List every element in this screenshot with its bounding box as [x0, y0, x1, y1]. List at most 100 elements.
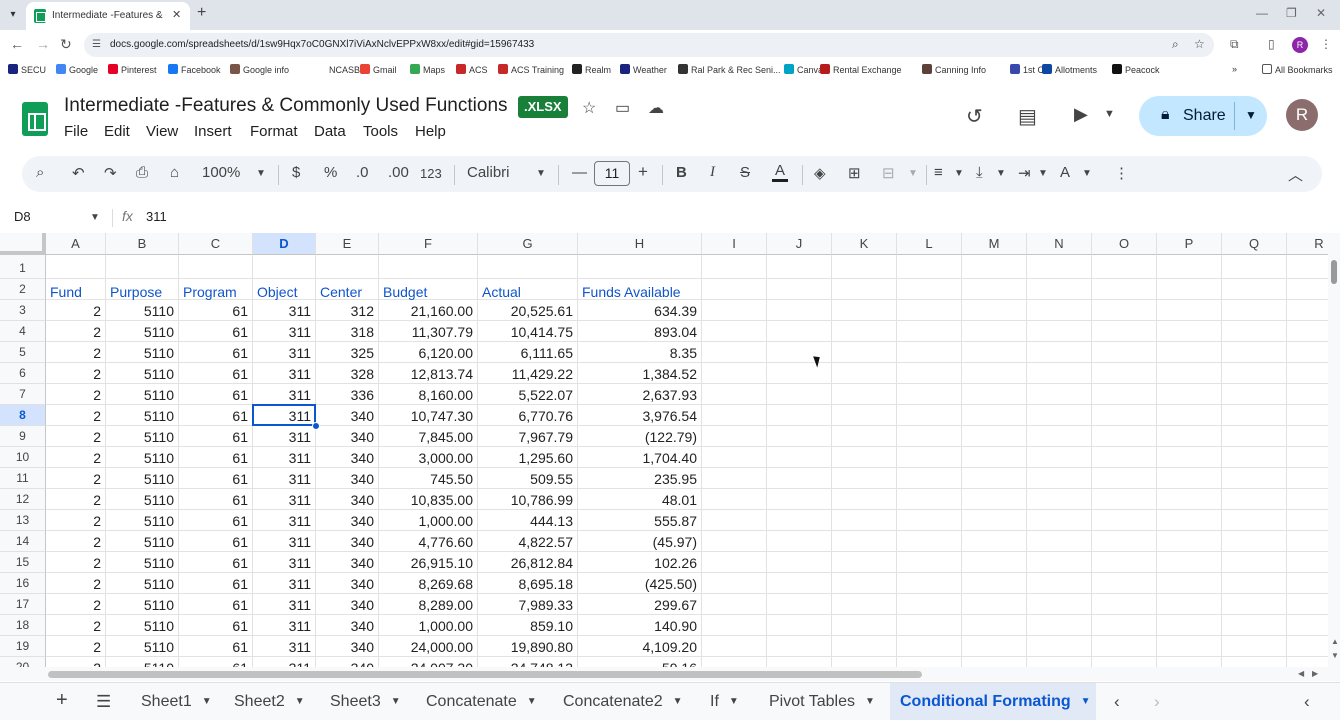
cell-n7[interactable] [1027, 384, 1092, 405]
column-header-r[interactable]: R [1287, 233, 1328, 255]
cell-n11[interactable] [1027, 468, 1092, 489]
cell-n13[interactable] [1027, 510, 1092, 531]
menu-file[interactable]: File [64, 123, 88, 140]
sheet-tab-concatenate[interactable]: Concatenate ▼ [416, 683, 537, 720]
cell-i9[interactable] [702, 426, 767, 447]
cell-o9[interactable] [1092, 426, 1157, 447]
cell-h20[interactable]: 59.16 [578, 657, 702, 667]
cell-h1[interactable] [578, 255, 702, 279]
font-select[interactable]: Calibri [467, 164, 510, 181]
cell-i8[interactable] [702, 405, 767, 426]
sheet-tab-pivot-tables[interactable]: Pivot Tables ▼ [759, 683, 875, 720]
cell-g11[interactable]: 509.55 [478, 468, 578, 489]
cell-p18[interactable] [1157, 615, 1222, 636]
menu-help[interactable]: Help [415, 123, 446, 140]
cell-k7[interactable] [832, 384, 897, 405]
cell-b1[interactable] [106, 255, 179, 279]
cell-c14[interactable]: 61 [179, 531, 253, 552]
cell-m14[interactable] [962, 531, 1027, 552]
cell-e13[interactable]: 340 [316, 510, 379, 531]
menu-format[interactable]: Format [250, 123, 298, 140]
cell-h11[interactable]: 235.95 [578, 468, 702, 489]
cell-d3[interactable]: 311 [253, 300, 316, 321]
cell-p15[interactable] [1157, 552, 1222, 573]
cell-b10[interactable]: 5110 [106, 447, 179, 468]
wrap-dropdown-icon[interactable]: ▼ [1038, 168, 1048, 179]
cell-c11[interactable]: 61 [179, 468, 253, 489]
cell-f4[interactable]: 11,307.79 [379, 321, 478, 342]
cell-n10[interactable] [1027, 447, 1092, 468]
cell-c19[interactable]: 61 [179, 636, 253, 657]
cell-k13[interactable] [832, 510, 897, 531]
cell-n18[interactable] [1027, 615, 1092, 636]
redo-icon[interactable]: ↷ [104, 164, 117, 182]
cell-m8[interactable] [962, 405, 1027, 426]
cell-e18[interactable]: 340 [316, 615, 379, 636]
cell-a3[interactable]: 2 [46, 300, 106, 321]
cell-h10[interactable]: 1,704.40 [578, 447, 702, 468]
cell-a20[interactable]: 2 [46, 657, 106, 667]
bookmark-canva[interactable]: Canva [784, 64, 823, 75]
cell-l11[interactable] [897, 468, 962, 489]
increase-font-size-icon[interactable]: + [638, 162, 648, 182]
sheet-tab-conditional-formating[interactable]: Conditional Formating ▼ [890, 683, 1096, 720]
cell-p4[interactable] [1157, 321, 1222, 342]
cell-c8[interactable]: 61 [179, 405, 253, 426]
cell-h14[interactable]: (45.97) [578, 531, 702, 552]
cell-k1[interactable] [832, 255, 897, 279]
cell-c18[interactable]: 61 [179, 615, 253, 636]
cell-m17[interactable] [962, 594, 1027, 615]
rotation-dropdown-icon[interactable]: ▼ [1082, 168, 1092, 179]
bookmark-canning-info[interactable]: Canning Info [922, 64, 986, 75]
back-icon[interactable]: ← [10, 36, 24, 52]
bookmark-star-icon[interactable]: ☆ [1194, 37, 1205, 51]
zoom-icon[interactable]: ⌕ [1172, 37, 1179, 52]
cell-l7[interactable] [897, 384, 962, 405]
cell-c10[interactable]: 61 [179, 447, 253, 468]
cell-k6[interactable] [832, 363, 897, 384]
cell-n14[interactable] [1027, 531, 1092, 552]
cell-b12[interactable]: 5110 [106, 489, 179, 510]
account-avatar[interactable]: R [1286, 99, 1318, 131]
cell-b8[interactable]: 5110 [106, 405, 179, 426]
cell-e15[interactable]: 340 [316, 552, 379, 573]
cell-m9[interactable] [962, 426, 1027, 447]
cell-r12[interactable] [1287, 489, 1328, 510]
name-box[interactable]: D8 [14, 209, 31, 224]
bookmark-acs[interactable]: ACS [456, 64, 488, 75]
browser-profile-avatar[interactable]: R [1292, 37, 1308, 53]
cell-d2[interactable]: Object [253, 279, 316, 300]
sheet-tab-menu-icon[interactable]: ▼ [202, 696, 212, 707]
cell-i16[interactable] [702, 573, 767, 594]
cell-g15[interactable]: 26,812.84 [478, 552, 578, 573]
row-header-10[interactable]: 10 [0, 447, 46, 468]
cell-i13[interactable] [702, 510, 767, 531]
cell-i3[interactable] [702, 300, 767, 321]
bookmark-pinterest[interactable]: Pinterest [108, 64, 157, 75]
cell-i20[interactable] [702, 657, 767, 667]
cell-f11[interactable]: 745.50 [379, 468, 478, 489]
scroll-tabs-right-icon[interactable]: › [1154, 692, 1160, 712]
cell-j19[interactable] [767, 636, 832, 657]
cell-e17[interactable]: 340 [316, 594, 379, 615]
cell-m5[interactable] [962, 342, 1027, 363]
cell-j10[interactable] [767, 447, 832, 468]
cell-o15[interactable] [1092, 552, 1157, 573]
cell-g18[interactable]: 859.10 [478, 615, 578, 636]
cell-i12[interactable] [702, 489, 767, 510]
cell-e5[interactable]: 325 [316, 342, 379, 363]
cell-a9[interactable]: 2 [46, 426, 106, 447]
cell-q4[interactable] [1222, 321, 1287, 342]
cell-o14[interactable] [1092, 531, 1157, 552]
bookmark-allotments[interactable]: Allotments [1042, 64, 1097, 75]
cell-p19[interactable] [1157, 636, 1222, 657]
cell-q7[interactable] [1222, 384, 1287, 405]
cell-n8[interactable] [1027, 405, 1092, 426]
cell-p14[interactable] [1157, 531, 1222, 552]
scroll-left-icon[interactable]: ◀ [1298, 669, 1304, 678]
cell-q3[interactable] [1222, 300, 1287, 321]
cell-h19[interactable]: 4,109.20 [578, 636, 702, 657]
cell-e2[interactable]: Center [316, 279, 379, 300]
row-header-11[interactable]: 11 [0, 468, 46, 489]
cell-b20[interactable]: 5110 [106, 657, 179, 667]
